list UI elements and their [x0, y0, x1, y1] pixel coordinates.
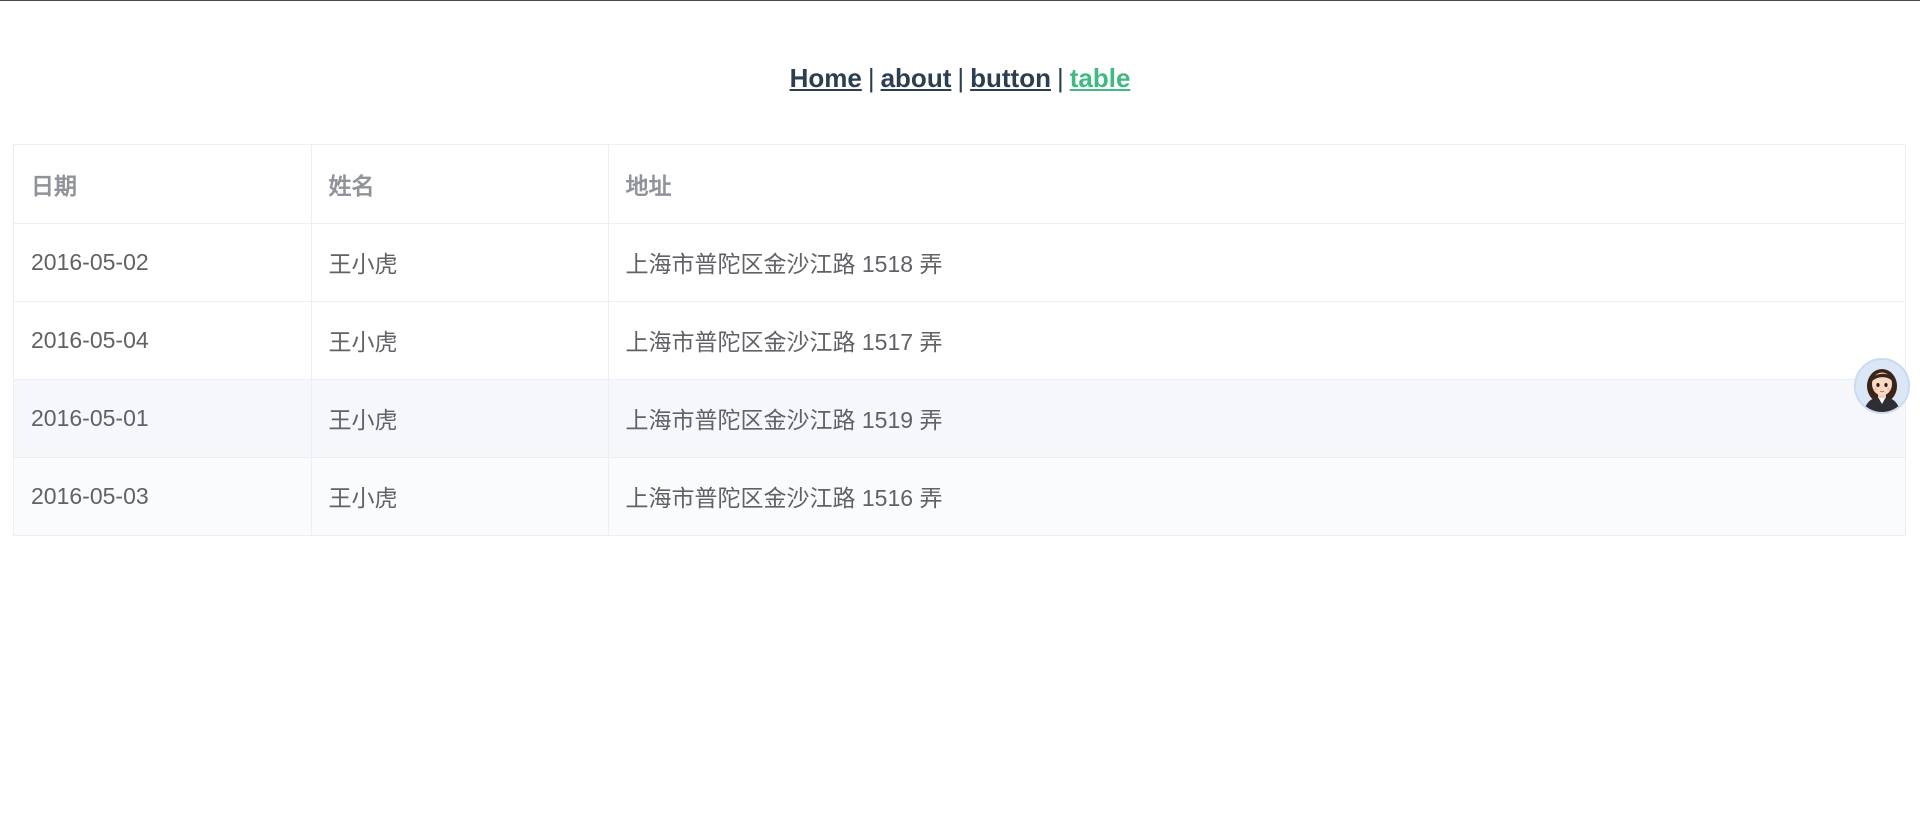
table-row[interactable]: 2016-05-01 王小虎 上海市普陀区金沙江路 1519 弄 — [14, 379, 1905, 458]
table-row[interactable]: 2016-05-03 王小虎 上海市普陀区金沙江路 1516 弄 — [14, 457, 1905, 535]
cell-name: 王小虎 — [311, 223, 609, 302]
top-divider — [0, 0, 1920, 1]
table-header: 日期 姓名 地址 — [14, 145, 1905, 224]
table-row[interactable]: 2016-05-02 王小虎 上海市普陀区金沙江路 1518 弄 — [14, 223, 1905, 302]
cell-address: 上海市普陀区金沙江路 1518 弄 — [608, 223, 1905, 302]
nav-separator: | — [867, 63, 875, 93]
cell-name: 王小虎 — [311, 457, 609, 535]
cell-date: 2016-05-02 — [14, 223, 312, 302]
nav-link-button[interactable]: button — [970, 63, 1051, 93]
column-header-name[interactable]: 姓名 — [311, 145, 609, 224]
data-table: 日期 姓名 地址 2016-05-02 王小虎 上海市普陀区金沙江路 1518 … — [13, 144, 1906, 536]
cell-date: 2016-05-01 — [14, 379, 312, 458]
top-nav: Home | about | button | table — [0, 60, 1920, 96]
table: 日期 姓名 地址 2016-05-02 王小虎 上海市普陀区金沙江路 1518 … — [14, 145, 1905, 535]
cell-address: 上海市普陀区金沙江路 1516 弄 — [608, 457, 1905, 535]
nav-link-about[interactable]: about — [881, 63, 952, 93]
table-body: 2016-05-02 王小虎 上海市普陀区金沙江路 1518 弄 2016-05… — [14, 223, 1905, 535]
cell-name: 王小虎 — [311, 301, 609, 380]
table-row[interactable]: 2016-05-04 王小虎 上海市普陀区金沙江路 1517 弄 — [14, 301, 1905, 380]
nav-link-home[interactable]: Home — [790, 63, 862, 93]
assistant-avatar-icon[interactable] — [1854, 358, 1910, 414]
avatar-portrait — [1856, 360, 1908, 412]
cell-date: 2016-05-03 — [14, 457, 312, 535]
cell-address: 上海市普陀区金沙江路 1519 弄 — [608, 379, 1905, 458]
nav-separator: | — [957, 63, 965, 93]
nav-link-table[interactable]: table — [1070, 63, 1131, 93]
nav-separator: | — [1056, 63, 1064, 93]
table-header-row: 日期 姓名 地址 — [14, 145, 1905, 224]
cell-address: 上海市普陀区金沙江路 1517 弄 — [608, 301, 1905, 380]
cell-date: 2016-05-04 — [14, 301, 312, 380]
cell-name: 王小虎 — [311, 379, 609, 458]
column-header-date[interactable]: 日期 — [14, 145, 312, 224]
column-header-address[interactable]: 地址 — [608, 145, 1905, 224]
